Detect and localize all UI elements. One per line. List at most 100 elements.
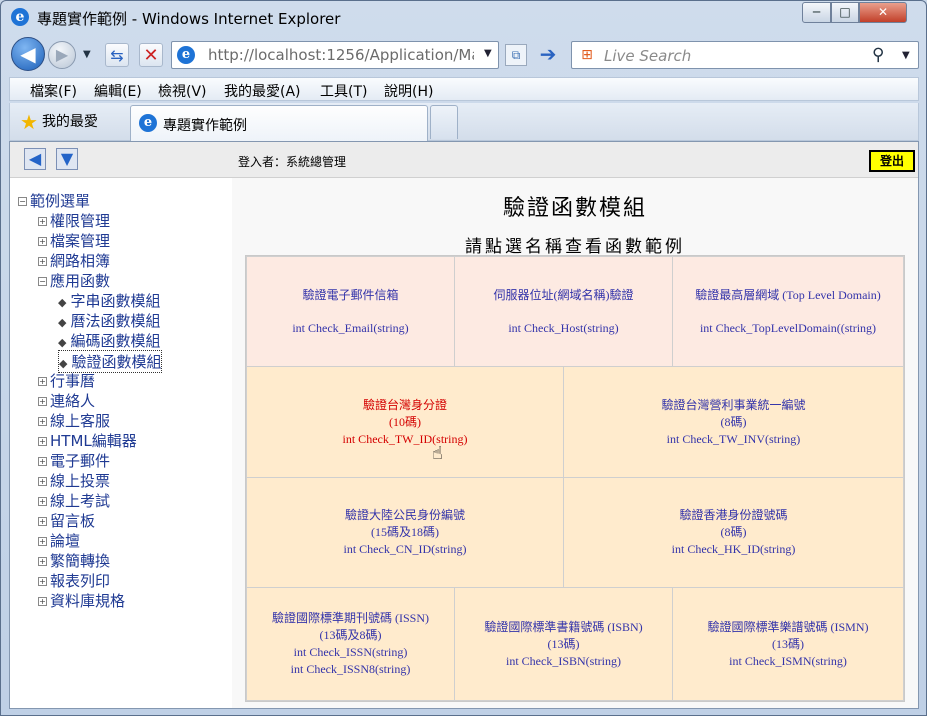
tree-item[interactable]: + 檔案管理: [38, 230, 110, 251]
star-icon: ★: [20, 110, 38, 134]
tab-bar: ★ 我的最愛 e 專題實作範例: [9, 103, 919, 141]
menu-bar: 檔案(F) 編輯(E) 檢視(V) 我的最愛(A) 工具(T) 說明(H): [9, 77, 919, 101]
new-tab-button[interactable]: [430, 105, 458, 139]
tree-item[interactable]: + 線上投票: [38, 470, 110, 491]
expand-icon[interactable]: +: [38, 437, 47, 446]
refresh-icon[interactable]: ⇆: [105, 43, 129, 67]
collapse-icon[interactable]: −: [38, 277, 47, 286]
address-input[interactable]: http://localhost:1256/Application/Main: [208, 46, 474, 64]
page-title: 驗證函數模組: [502, 196, 647, 221]
function-cell-hover[interactable]: 驗證台灣身分證 (10碼) int Check_TW_ID(string): [246, 366, 564, 478]
search-icon[interactable]: ⚲: [872, 45, 884, 65]
search-input[interactable]: Live Search: [604, 47, 691, 65]
tree-item[interactable]: + 資料庫規格: [38, 590, 125, 611]
function-grid: 驗證電子郵件信箱 int Check_Email(string) 伺服器位址(網…: [245, 255, 905, 702]
login-info: 登入者：系統總管理: [238, 155, 347, 169]
tree-root[interactable]: − 範例選單: [18, 190, 90, 211]
logout-button[interactable]: 登出: [869, 150, 915, 172]
tree-item[interactable]: + 留言板: [38, 510, 95, 531]
tree-subitem[interactable]: ◆ 曆法函數模組: [58, 310, 160, 331]
search-options-icon[interactable]: ▼: [902, 50, 910, 61]
close-button[interactable]: ✕: [859, 2, 907, 23]
maximize-button[interactable]: □: [831, 2, 859, 23]
menu-help[interactable]: 說明(H): [384, 81, 433, 101]
window-title: 專題實作範例 - Windows Internet Explorer: [37, 10, 341, 28]
expand-icon[interactable]: +: [38, 397, 47, 406]
search-box[interactable]: ⊞ Live Search ⚲ ▼: [571, 41, 919, 69]
function-cell[interactable]: 驗證電子郵件信箱 int Check_Email(string): [246, 256, 455, 367]
hand-cursor-icon: ☝: [432, 443, 443, 464]
sidebar-tree: − 範例選單 + 權限管理 + 檔案管理 + 網路相簿 − 應用函數 ◆ 字串函數模組 ◆ 曆…: [10, 178, 232, 708]
tree-item[interactable]: + 線上考試: [38, 490, 110, 511]
compatibility-icon[interactable]: ⧉: [505, 44, 527, 66]
expand-icon[interactable]: +: [38, 477, 47, 486]
expand-icon[interactable]: +: [38, 497, 47, 506]
function-cell[interactable]: 驗證香港身份證號碼 (8碼) int Check_HK_ID(string): [563, 477, 904, 588]
browser-window: e 專題實作範例 - Windows Internet Explorer ─ □…: [0, 0, 927, 716]
tab-title: 專題實作範例: [163, 118, 247, 134]
tree-item[interactable]: + 電子郵件: [38, 450, 110, 471]
diamond-icon: ◆: [58, 296, 67, 309]
menu-view[interactable]: 檢視(V): [158, 81, 207, 101]
windows-logo-icon: ⊞: [581, 47, 593, 63]
collapse-icon[interactable]: −: [18, 197, 27, 206]
tree-item[interactable]: + 權限管理: [38, 210, 110, 231]
favorites-button[interactable]: ★ 我的最愛: [20, 110, 98, 134]
navigation-bar: ◀ ▶ ▼ ⇆ ✕ e http://localhost:1256/Applic…: [1, 35, 926, 75]
tree-item[interactable]: + 報表列印: [38, 570, 110, 591]
down-arrow-icon[interactable]: ▼: [56, 148, 78, 170]
menu-favorites[interactable]: 我的最愛(A): [224, 81, 301, 101]
expand-icon[interactable]: +: [38, 557, 47, 566]
ie-logo-icon: e: [139, 114, 157, 132]
tree-item[interactable]: − 應用函數: [38, 270, 110, 291]
function-cell[interactable]: 驗證國際標準樂譜號碼 (ISMN) (13碼) int Check_ISMN(s…: [672, 587, 904, 701]
page-icon: e: [177, 46, 195, 64]
expand-icon[interactable]: +: [38, 577, 47, 586]
tree-subitem[interactable]: ◆ 編碼函數模組: [58, 330, 160, 351]
main-panel: 驗證函數模組 請點選名稱查看函數範例 驗證電子郵件信箱 int Check_Em…: [232, 178, 918, 708]
left-arrow-icon[interactable]: ◀: [24, 148, 46, 170]
expand-icon[interactable]: +: [38, 377, 47, 386]
function-cell[interactable]: 驗證台灣營利事業統一編號 (8碼) int Check_TW_INV(strin…: [563, 366, 904, 478]
tab-current[interactable]: e 專題實作範例: [130, 105, 428, 141]
ie-logo-icon: e: [11, 8, 29, 26]
expand-icon[interactable]: +: [38, 217, 47, 226]
minimize-button[interactable]: ─: [802, 2, 831, 23]
tree-item[interactable]: + HTML編輯器: [38, 430, 137, 451]
expand-icon[interactable]: +: [38, 537, 47, 546]
address-bar[interactable]: e http://localhost:1256/Application/Main…: [171, 41, 499, 69]
history-dropdown-icon[interactable]: ▼: [83, 49, 91, 60]
title-bar: e 專題實作範例 - Windows Internet Explorer ─ □…: [1, 1, 926, 33]
function-cell[interactable]: 驗證國際標準書籍號碼 (ISBN) (13碼) int Check_ISBN(s…: [454, 587, 673, 701]
forward-arrow-icon[interactable]: ▶: [48, 41, 76, 69]
address-dropdown-icon[interactable]: ▼: [484, 48, 492, 59]
diamond-icon: ◆: [58, 316, 67, 329]
page-content: ◀ ▼ 登入者：系統總管理 登出 − 範例選單 + 權限管理 + 檔案管理 + 網路相簿…: [9, 141, 919, 709]
tree-item[interactable]: + 論壇: [38, 530, 80, 551]
tree-item[interactable]: + 線上客服: [38, 410, 110, 431]
expand-icon[interactable]: +: [38, 237, 47, 246]
menu-edit[interactable]: 編輯(E): [94, 81, 142, 101]
menu-file[interactable]: 檔案(F): [30, 81, 77, 101]
expand-icon[interactable]: +: [38, 457, 47, 466]
go-arrow-icon[interactable]: ➔: [535, 43, 561, 67]
expand-icon[interactable]: +: [38, 257, 47, 266]
tree-item[interactable]: + 繁簡轉換: [38, 550, 110, 571]
back-arrow-icon[interactable]: ◀: [11, 37, 45, 71]
expand-icon[interactable]: +: [38, 597, 47, 606]
diamond-icon: ◆: [58, 336, 67, 349]
tree-item[interactable]: + 連絡人: [38, 390, 95, 411]
expand-icon[interactable]: +: [38, 517, 47, 526]
menu-tools[interactable]: 工具(T): [320, 81, 367, 101]
function-cell[interactable]: 伺服器位址(網域名稱)驗證 int Check_Host(string): [454, 256, 673, 367]
function-cell[interactable]: 驗證大陸公民身份編號 (15碼及18碼) int Check_CN_ID(str…: [246, 477, 564, 588]
function-cell[interactable]: 驗證最高層網域 (Top Level Domain) int Check_Top…: [672, 256, 904, 367]
expand-icon[interactable]: +: [38, 417, 47, 426]
page-subtitle: 請點選名稱查看函數範例: [465, 237, 685, 257]
tree-item[interactable]: + 行事曆: [38, 370, 95, 391]
tree-subitem[interactable]: ◆ 字串函數模組: [58, 290, 160, 311]
tree-item[interactable]: + 網路相簿: [38, 250, 110, 271]
function-cell[interactable]: 驗證國際標準期刊號碼 (ISSN) (13碼及8碼) int Check_ISS…: [246, 587, 455, 701]
stop-icon[interactable]: ✕: [139, 43, 163, 67]
page-header: ◀ ▼ 登入者：系統總管理 登出: [10, 142, 918, 178]
